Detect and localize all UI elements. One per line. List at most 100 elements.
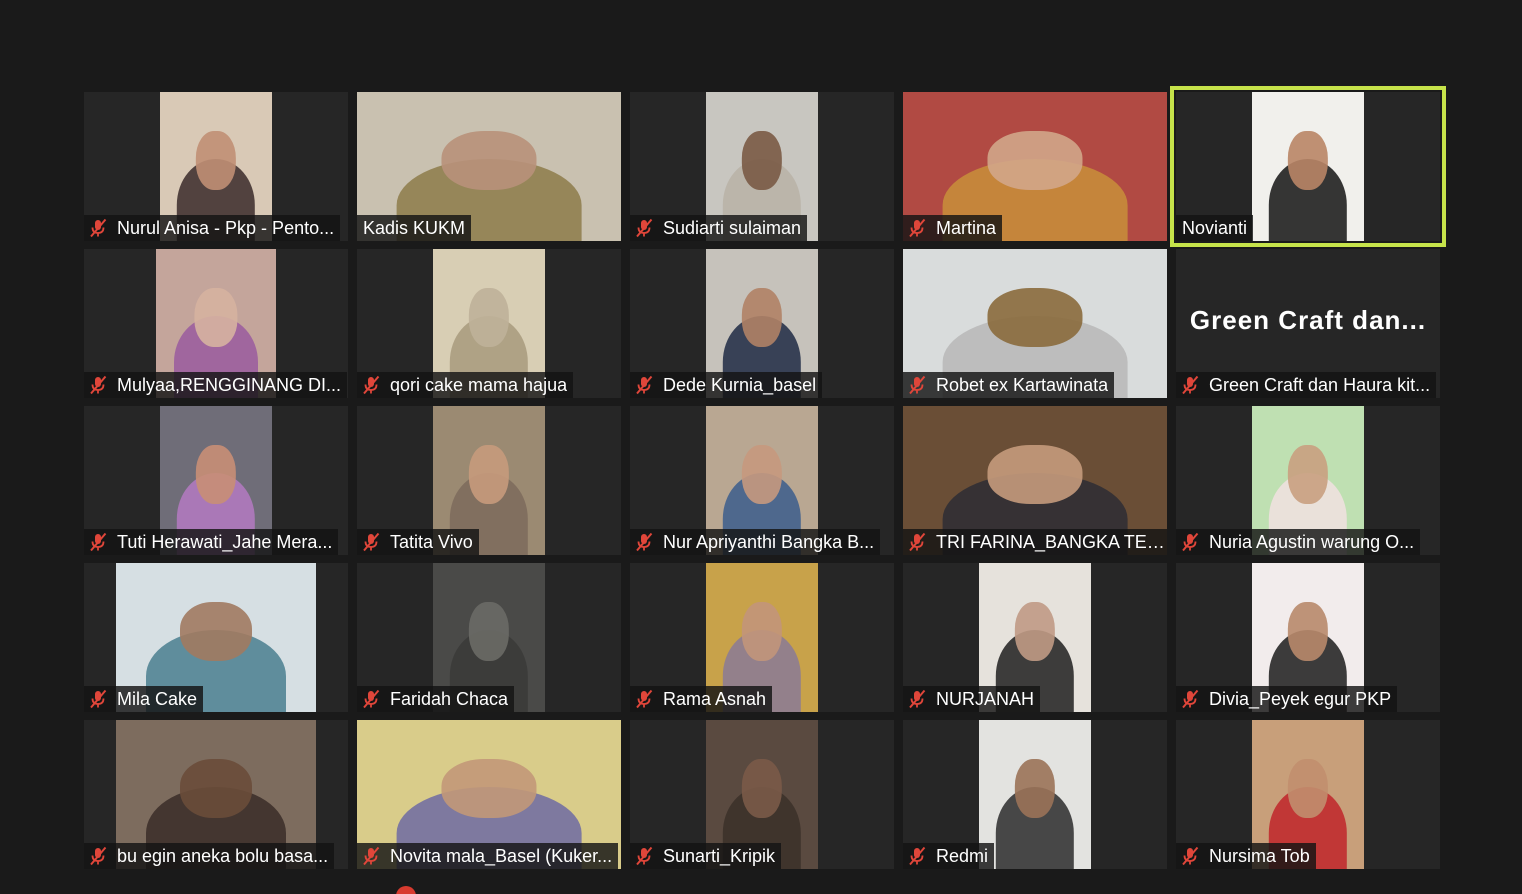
participant-face (194, 287, 238, 348)
participant-face (1287, 601, 1329, 662)
participant-face (741, 601, 783, 662)
toolbar-peek-indicator[interactable] (396, 886, 416, 894)
mic-muted-icon (90, 375, 107, 395)
participant-tile[interactable]: Sudiarti sulaiman (630, 92, 894, 241)
participant-tile[interactable]: TRI FARINA_BANGKA TEN... (903, 406, 1167, 555)
participant-tile[interactable]: Redmi (903, 720, 1167, 869)
participant-tile[interactable]: Martina (903, 92, 1167, 241)
participant-name-plate: Novita mala_Basel (Kuker... (357, 843, 619, 869)
mic-muted-icon (90, 689, 107, 709)
participant-tile[interactable]: Faridah Chaca (357, 563, 621, 712)
mic-muted-icon (363, 532, 380, 552)
participant-name: Dede Kurnia_basel (663, 375, 817, 395)
participant-tile[interactable]: NURJANAH (903, 563, 1167, 712)
mic-muted-icon (90, 846, 107, 866)
participant-name: Nurul Anisa - Pkp - Pento... (117, 218, 335, 238)
participant-name-plate: Sunarti_Kripik (630, 843, 782, 869)
mic-muted-icon (636, 532, 653, 552)
participant-name: Kadis KUKM (363, 218, 466, 238)
participant-tile[interactable]: Dede Kurnia_basel (630, 249, 894, 398)
mic-muted-icon (636, 689, 653, 709)
mic-muted-icon (636, 846, 653, 866)
participant-face (180, 758, 252, 819)
participant-name-plate: Green Craft dan Haura kit... (1176, 372, 1437, 398)
participant-face (741, 444, 783, 505)
participant-tile[interactable]: Nurul Anisa - Pkp - Pento... (84, 92, 348, 241)
participant-name-plate: Divia_Peyek egur PKP (1176, 686, 1398, 712)
participant-face (441, 758, 537, 819)
participant-name: Robet ex Kartawinata (936, 375, 1109, 395)
participant-name-plate: Nursima Tob (1176, 843, 1316, 869)
participant-tile[interactable]: Divia_Peyek egur PKP (1176, 563, 1440, 712)
participant-name-plate: Martina (903, 215, 1003, 241)
participant-tile[interactable]: Mila Cake (84, 563, 348, 712)
participant-tile[interactable]: bu egin aneka bolu basa... (84, 720, 348, 869)
participant-name: Novianti (1182, 218, 1248, 238)
participant-face (195, 130, 237, 191)
participant-name: Tatita Vivo (390, 532, 473, 552)
participant-name: Green Craft dan Haura kit... (1209, 375, 1431, 395)
meeting-gallery-view: Nurul Anisa - Pkp - Pento... Kadis KUKM Su… (0, 0, 1522, 894)
participant-name: Rama Asnah (663, 689, 767, 709)
participant-tile[interactable]: Kadis KUKM (357, 92, 621, 241)
participant-tile[interactable]: Green Craft dan... Green Craft dan Haura … (1176, 249, 1440, 398)
participant-name: Sudiarti sulaiman (663, 218, 802, 238)
participant-tile[interactable]: Nursima Tob (1176, 720, 1440, 869)
participant-tile[interactable]: Tuti Herawati_Jahe Mera... (84, 406, 348, 555)
participant-face (468, 287, 510, 348)
participant-video (1252, 92, 1364, 241)
participant-tile[interactable]: qori cake mama hajua (357, 249, 621, 398)
participant-display-name-title: Green Craft dan... (1189, 305, 1427, 335)
participant-name: qori cake mama hajua (390, 375, 568, 395)
participant-tile[interactable]: Robet ex Kartawinata (903, 249, 1167, 398)
participant-name: TRI FARINA_BANGKA TEN... (936, 532, 1167, 552)
participant-name: Tuti Herawati_Jahe Mera... (117, 532, 333, 552)
participant-face (441, 130, 537, 191)
participant-name-plate: Tatita Vivo (357, 529, 479, 555)
participant-face (1014, 758, 1056, 819)
participant-face (741, 287, 783, 348)
participant-face (180, 601, 252, 662)
participant-name-plate: Redmi (903, 843, 995, 869)
participant-tile[interactable]: Tatita Vivo (357, 406, 621, 555)
participant-name: Sunarti_Kripik (663, 846, 776, 866)
participant-tile[interactable]: Novita mala_Basel (Kuker... (357, 720, 621, 869)
participant-name-plate: Nur Apriyanthi Bangka B... (630, 529, 881, 555)
participant-name-plate: Mila Cake (84, 686, 204, 712)
mic-muted-icon (90, 532, 107, 552)
participant-tile[interactable]: Novianti (1170, 86, 1446, 247)
participant-tile[interactable]: Nuria Agustin warung O... (1176, 406, 1440, 555)
mic-muted-icon (1182, 532, 1199, 552)
participant-name-plate: Tuti Herawati_Jahe Mera... (84, 529, 339, 555)
participant-face (1287, 444, 1329, 505)
mic-muted-icon (363, 689, 380, 709)
participant-face (987, 287, 1083, 348)
mic-muted-icon (363, 375, 380, 395)
participant-tile[interactable]: Mulyaa,RENGGINANG DI... (84, 249, 348, 398)
participant-tile[interactable]: Rama Asnah (630, 563, 894, 712)
participant-tile[interactable]: Sunarti_Kripik (630, 720, 894, 869)
participant-name-plate: Sudiarti sulaiman (630, 215, 808, 241)
mic-muted-icon (363, 846, 380, 866)
participant-name: Nursima Tob (1209, 846, 1310, 866)
mic-muted-icon (1182, 689, 1199, 709)
participant-name: Martina (936, 218, 997, 238)
mic-muted-icon (1182, 846, 1199, 866)
participant-name-plate: Mulyaa,RENGGINANG DI... (84, 372, 348, 398)
participant-face (741, 758, 783, 819)
participant-name: Nuria Agustin warung O... (1209, 532, 1415, 552)
participant-face (741, 130, 783, 191)
participant-name: Nur Apriyanthi Bangka B... (663, 532, 875, 552)
participant-tile[interactable]: Nur Apriyanthi Bangka B... (630, 406, 894, 555)
participant-video (979, 720, 1091, 869)
participant-face (468, 601, 510, 662)
participant-face (195, 444, 237, 505)
participant-face (1287, 130, 1329, 191)
mic-muted-icon (909, 532, 926, 552)
participant-name: bu egin aneka bolu basa... (117, 846, 329, 866)
participant-name: Novita mala_Basel (Kuker... (390, 846, 613, 866)
participant-name: Faridah Chaca (390, 689, 509, 709)
participant-name-plate: Faridah Chaca (357, 686, 515, 712)
participant-name-plate: Nurul Anisa - Pkp - Pento... (84, 215, 341, 241)
participant-face (987, 444, 1083, 505)
